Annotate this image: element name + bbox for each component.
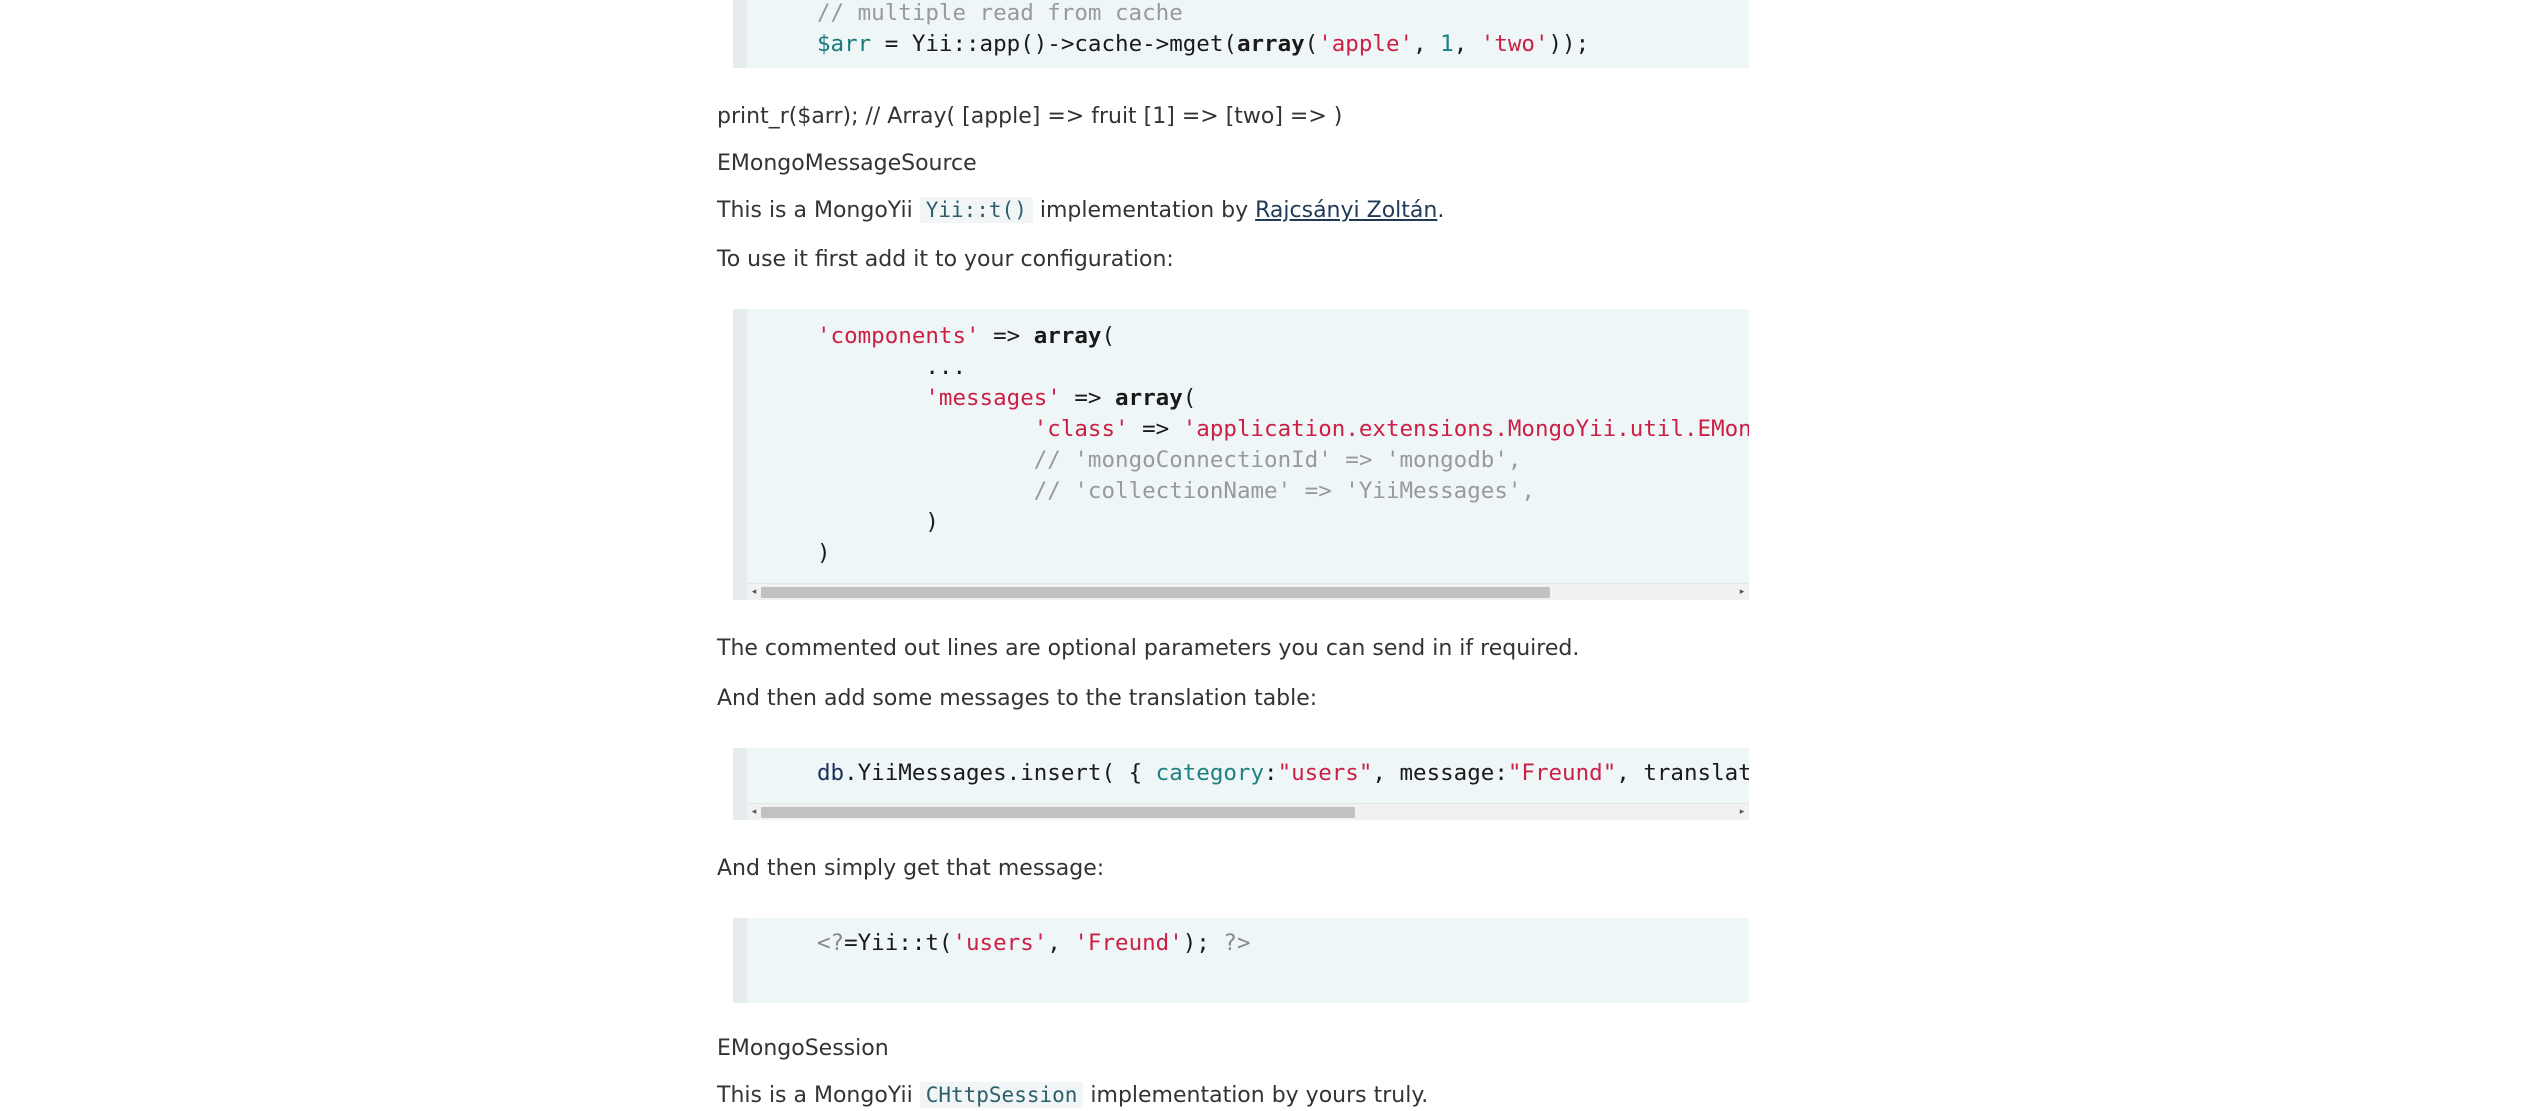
code-string: 'class': [1033, 416, 1129, 442]
code-property: category: [1155, 760, 1265, 786]
code-string: 'components': [817, 323, 980, 349]
commented-note: The commented out lines are optional par…: [717, 636, 1580, 661]
print-line: print_r($arr); // Array( [apple] => frui…: [717, 104, 1343, 129]
code-block-config[interactable]: 'components' => array( ... 'messages' =>…: [733, 309, 1749, 600]
code-op: =>: [1060, 385, 1116, 411]
code-block-cache: // multiple read from cache $arr = Yii::…: [733, 0, 1749, 68]
code-comma: ,: [1413, 31, 1441, 57]
scroll-right-icon[interactable]: ▸: [1735, 804, 1749, 820]
code-keyword: array: [1236, 31, 1305, 57]
code-comma: ,: [1047, 930, 1075, 956]
code-string: 'users': [952, 930, 1048, 956]
code-translate-text: <?=Yii::t('users', 'Freund'); ?>: [817, 928, 1251, 959]
code-call: =Yii::t(: [844, 930, 953, 956]
code-paren-close: ));: [1548, 31, 1590, 57]
code-config-text: 'components' => array( ... 'messages' =>…: [817, 321, 1749, 569]
code-comma: ,: [1453, 31, 1481, 57]
scroll-right-icon[interactable]: ▸: [1735, 584, 1749, 600]
intro-text: implementation by: [1032, 198, 1256, 223]
code-keyword: array: [1115, 385, 1183, 411]
code-op: =>: [1128, 416, 1183, 442]
code-paren: (: [1101, 323, 1116, 349]
code-insert-text: db.YiiMessages.insert( { category:"users…: [817, 758, 1749, 789]
code-op: =>: [979, 323, 1034, 349]
code-block-insert[interactable]: db.YiiMessages.insert( { category:"users…: [733, 748, 1749, 820]
code-var: $arr: [817, 31, 872, 57]
code-php-close: ?>: [1223, 930, 1251, 956]
code-string: 'application.extensions.MongoYii.util.EM…: [1182, 416, 1749, 442]
scroll-left-icon[interactable]: ◂: [747, 804, 761, 820]
intro-text: This is a MongoYii: [717, 198, 920, 223]
code-string: 'Freund': [1074, 930, 1183, 956]
code-ellipsis: ...: [925, 354, 967, 380]
scrollbar-thumb[interactable]: [761, 807, 1355, 818]
get-message-text: And then simply get that message:: [717, 856, 1105, 881]
inline-code: Yii::t(): [919, 197, 1033, 223]
intro-text: implementation by yours truly.: [1083, 1083, 1429, 1108]
code-number: 1: [1440, 31, 1454, 57]
scrollbar-thumb[interactable]: [761, 587, 1550, 598]
horizontal-scrollbar[interactable]: ◂ ▸: [747, 583, 1749, 600]
code-colon: :: [1264, 760, 1278, 786]
code-op: = Yii::app()->cache->mget(: [871, 31, 1237, 57]
code-paren-close: ): [925, 509, 939, 535]
code-paren: (: [1304, 31, 1319, 57]
code-php-open: <?: [817, 930, 845, 956]
code-string: 'messages': [925, 385, 1061, 411]
code-text: , message:: [1372, 760, 1508, 786]
code-paren-close: );: [1182, 930, 1224, 956]
code-call: .YiiMessages.insert( {: [844, 760, 1156, 786]
code-text: , translation:: [1616, 760, 1749, 786]
code-string: 'apple': [1318, 31, 1414, 57]
code-comment: // 'collectionName' => 'YiiMessages',: [1033, 478, 1535, 504]
code-string: 'two': [1480, 31, 1549, 57]
message-source-intro: This is a MongoYii Yii::t() implementati…: [717, 195, 1444, 226]
config-intro: To use it first add it to your configura…: [717, 247, 1174, 272]
heading-session: EMongoSession: [717, 1036, 889, 1061]
code-object: db: [817, 760, 845, 786]
inline-code: CHttpSession: [919, 1082, 1084, 1108]
code-cache-text: // multiple read from cache $arr = Yii::…: [817, 0, 1589, 60]
intro-text: This is a MongoYii: [717, 1083, 920, 1108]
code-keyword: array: [1033, 323, 1102, 349]
code-string: "Freund": [1507, 760, 1617, 786]
author-link[interactable]: Rajcsányi Zoltán: [1255, 198, 1437, 223]
session-intro: This is a MongoYii CHttpSession implemen…: [717, 1080, 1428, 1111]
scroll-left-icon[interactable]: ◂: [747, 584, 761, 600]
intro-text: .: [1437, 198, 1445, 223]
horizontal-scrollbar[interactable]: ◂ ▸: [747, 803, 1749, 820]
code-comment: // multiple read from cache: [817, 0, 1183, 26]
heading-message-source: EMongoMessageSource: [717, 151, 977, 176]
code-comment: // 'mongoConnectionId' => 'mongodb',: [1033, 447, 1522, 473]
code-block-translate: <?=Yii::t('users', 'Freund'); ?>: [733, 918, 1749, 1003]
code-paren-close: ): [817, 540, 831, 566]
code-paren: (: [1182, 385, 1197, 411]
code-string: "users": [1277, 760, 1373, 786]
page: // multiple read from cache $arr = Yii::…: [0, 0, 2542, 1109]
add-messages-text: And then add some messages to the transl…: [717, 686, 1318, 711]
